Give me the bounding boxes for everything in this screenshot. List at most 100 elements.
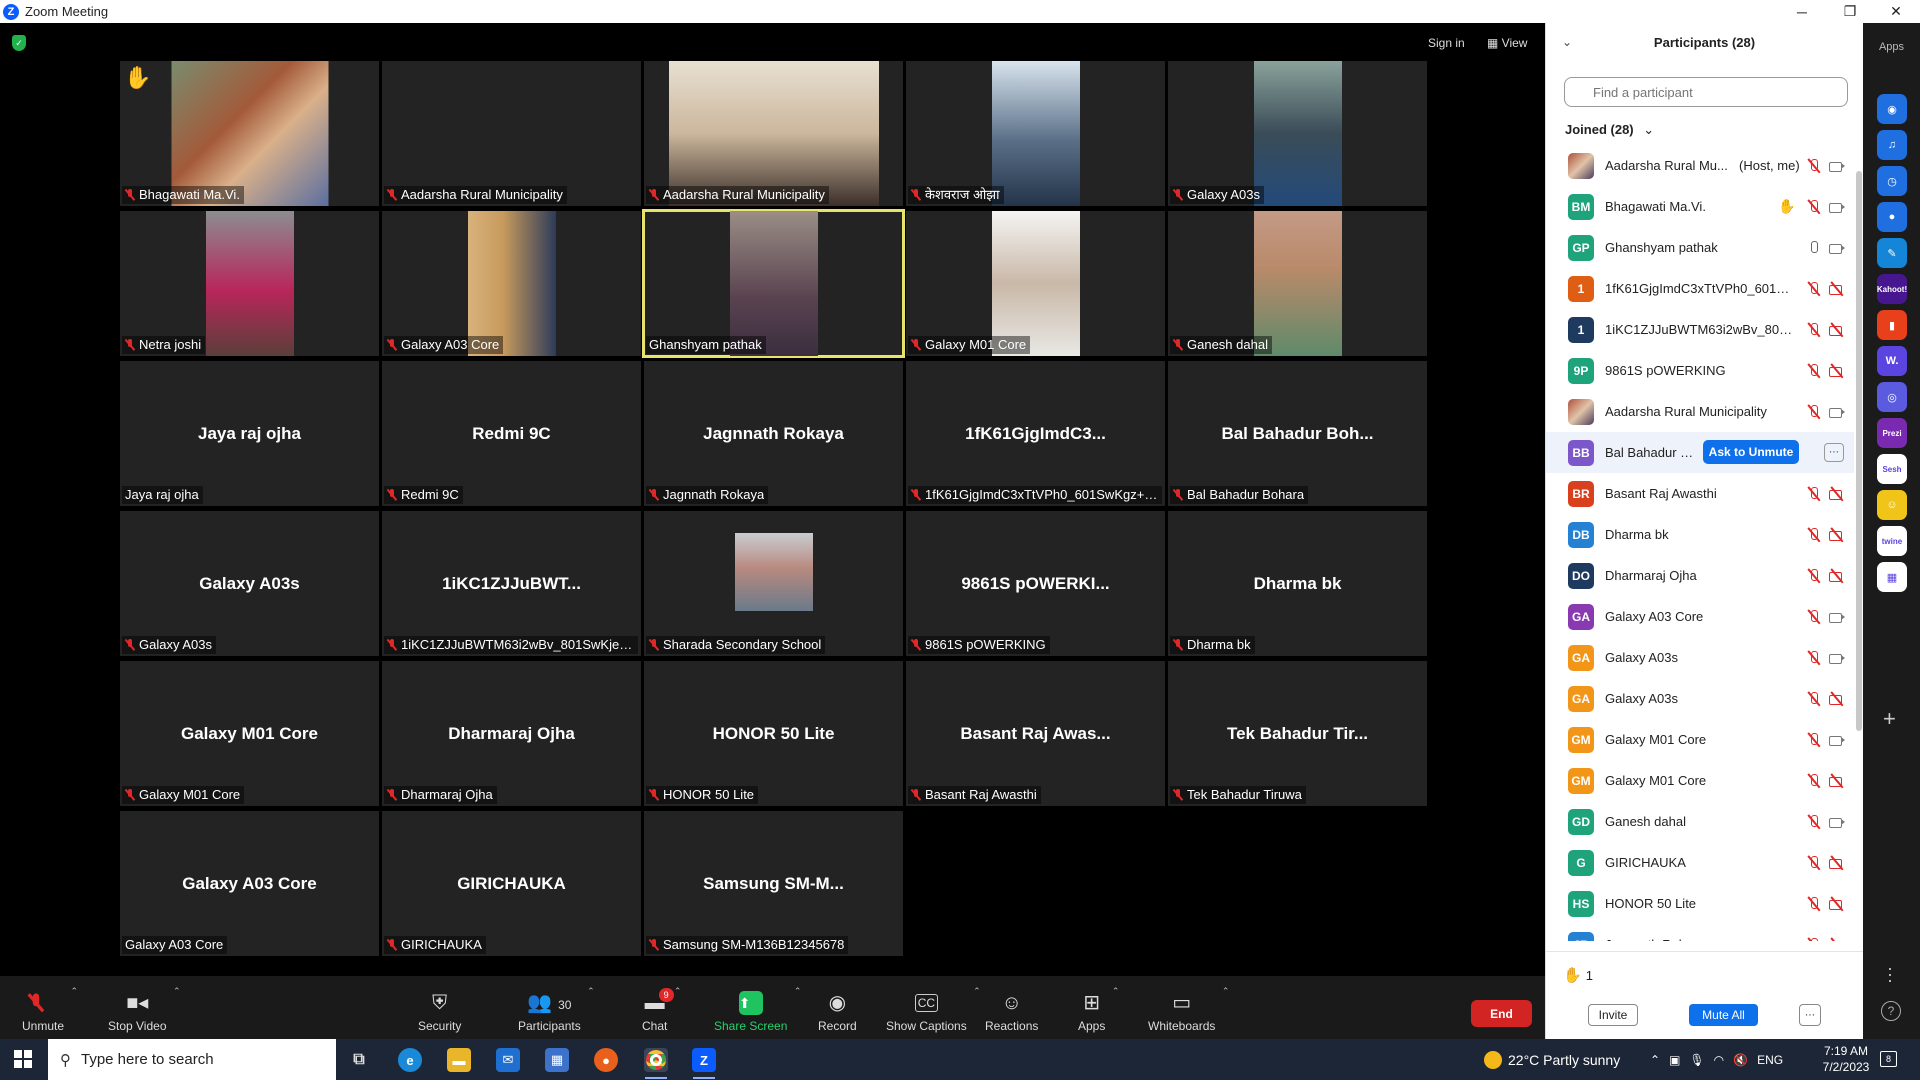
weather-widget[interactable]: 22°C Partly sunny bbox=[1484, 1039, 1620, 1080]
more-vertical-icon[interactable]: · · · bbox=[1887, 959, 1893, 989]
show-hidden-icons-caret-icon[interactable]: ⌃ bbox=[1650, 1053, 1660, 1067]
video-tile[interactable]: Aadarsha Rural Municipality bbox=[382, 61, 641, 206]
video-tile[interactable]: Netra joshi bbox=[120, 211, 379, 356]
sesh-app-icon[interactable]: Sesh bbox=[1877, 454, 1907, 484]
zoom-taskbar-icon[interactable]: Z bbox=[692, 1048, 716, 1072]
participant-row[interactable]: 9P 9861S pOWERKING bbox=[1546, 350, 1854, 391]
video-tile[interactable]: Basant Raj Awas... Basant Raj Awasthi bbox=[906, 661, 1165, 806]
participant-row[interactable]: GD Ganesh dahal bbox=[1546, 801, 1854, 842]
chrome-icon[interactable] bbox=[644, 1048, 668, 1072]
video-tile[interactable]: Galaxy A03 Core bbox=[382, 211, 641, 356]
video-tile[interactable]: Galaxy M01 Core bbox=[906, 211, 1165, 356]
video-tile[interactable]: 1fK61GjgImdC3... 1fK61GjgImdC3xTtVPh0_601… bbox=[906, 361, 1165, 506]
chat-button[interactable]: ▬ 9 Chat ⌃ bbox=[642, 976, 681, 1039]
input-language[interactable]: ENG bbox=[1757, 1053, 1783, 1067]
video-tile[interactable]: Galaxy A03s Galaxy A03s bbox=[120, 511, 379, 656]
mute-all-button[interactable]: Mute All bbox=[1689, 1004, 1758, 1026]
audio-options-caret-icon[interactable]: ⌃ bbox=[70, 986, 78, 997]
participant-row[interactable]: BR Basant Raj Awasthi bbox=[1546, 473, 1854, 514]
video-tile[interactable]: Aadarsha Rural Municipality bbox=[644, 61, 903, 206]
video-tile[interactable]: Galaxy M01 Core Galaxy M01 Core bbox=[120, 661, 379, 806]
panel-more-options-button[interactable]: ⋯ bbox=[1799, 1004, 1821, 1026]
apps-button[interactable]: ⊞ Apps ⌃ bbox=[1078, 976, 1119, 1039]
windows-start-icon[interactable] bbox=[14, 1050, 32, 1068]
video-tile[interactable]: Galaxy A03s bbox=[1168, 61, 1427, 206]
participant-row[interactable]: JR Jagnnath Rokaya bbox=[1546, 924, 1854, 941]
stop-video-button[interactable]: ■◂ Stop Video ⌃ bbox=[108, 976, 181, 1039]
scrollbar-thumb[interactable] bbox=[1856, 171, 1862, 731]
participant-row[interactable]: GA Galaxy A03s bbox=[1546, 637, 1854, 678]
microphone-tray-icon[interactable]: 🎙 bbox=[1689, 1053, 1704, 1067]
grid-app-icon[interactable]: ▦ bbox=[1877, 562, 1907, 592]
participant-row[interactable]: Aadarsha Rural Mu... (Host, me) bbox=[1546, 145, 1854, 186]
slides-app-icon[interactable]: ▮ bbox=[1877, 310, 1907, 340]
video-tile[interactable]: Sharada Secondary School bbox=[644, 511, 903, 656]
music-app-icon[interactable]: ♫ bbox=[1877, 130, 1907, 160]
participant-row[interactable]: BM Bhagawati Ma.Vi. ✋ bbox=[1546, 186, 1854, 227]
participant-row[interactable]: GA Galaxy A03s bbox=[1546, 678, 1854, 719]
video-tile[interactable]: Jaya raj ojha Jaya raj ojha bbox=[120, 361, 379, 506]
volume-muted-icon[interactable]: 🔇 bbox=[1733, 1053, 1748, 1067]
participant-row[interactable]: 1 1fK61GjgImdC3xTtVPh0_601Sw... bbox=[1546, 268, 1854, 309]
store-icon[interactable]: ▦ bbox=[545, 1048, 569, 1072]
record-button[interactable]: ◉ Record bbox=[818, 976, 857, 1039]
participant-row[interactable]: G GIRICHAUKA bbox=[1546, 842, 1854, 883]
taskbar-clock[interactable]: 7:19 AM 7/2/2023 bbox=[1818, 1043, 1874, 1075]
participant-row[interactable]: GA Galaxy A03 Core bbox=[1546, 596, 1854, 637]
video-tile[interactable]: Ganesh dahal bbox=[1168, 211, 1427, 356]
security-button[interactable]: ⛨ Security bbox=[418, 976, 461, 1039]
participants-caret-icon[interactable]: ⌃ bbox=[587, 986, 595, 997]
find-participant-input[interactable] bbox=[1564, 77, 1848, 107]
minimize-button[interactable]: ─ bbox=[1780, 0, 1824, 23]
kahoot-app-icon[interactable]: Kahoot! bbox=[1877, 274, 1907, 304]
video-tile[interactable]: GIRICHAUKA GIRICHAUKA bbox=[382, 811, 641, 956]
participant-row[interactable]: 1 1iKC1ZJJuBWTM63i2wBv_801Sw... bbox=[1546, 309, 1854, 350]
edge-browser-icon[interactable]: e bbox=[398, 1048, 422, 1072]
captions-caret-icon[interactable]: ⌃ bbox=[973, 986, 981, 997]
participant-more-button[interactable]: ⋯ bbox=[1824, 443, 1844, 462]
video-tile[interactable]: ✋ Bhagawati Ma.Vi. bbox=[120, 61, 379, 206]
firefox-icon[interactable]: ● bbox=[594, 1048, 618, 1072]
video-tile[interactable]: Dharmaraj Ojha Dharmaraj Ojha bbox=[382, 661, 641, 806]
video-tile[interactable]: केशवराज ओझा bbox=[906, 61, 1165, 206]
participant-row[interactable]: GM Galaxy M01 Core bbox=[1546, 760, 1854, 801]
whiteboards-caret-icon[interactable]: ⌃ bbox=[1222, 986, 1230, 997]
video-tile[interactable]: Bal Bahadur Boh... Bal Bahadur Bohara bbox=[1168, 361, 1427, 506]
participant-row[interactable]: GM Galaxy M01 Core bbox=[1546, 719, 1854, 760]
restore-button[interactable]: ❐ bbox=[1828, 0, 1872, 23]
video-tile[interactable]: 1iKC1ZJJuBWT... 1iKC1ZJJuBWTM63i2wBv_801S… bbox=[382, 511, 641, 656]
mail-icon[interactable]: ✉ bbox=[496, 1048, 520, 1072]
participants-button[interactable]: 👥 30 Participants ⌃ bbox=[518, 976, 595, 1039]
close-button[interactable]: ✕ bbox=[1874, 0, 1918, 23]
meet-now-icon[interactable]: ▣ bbox=[1669, 1053, 1680, 1067]
task-view-icon[interactable]: ⧉ bbox=[347, 1048, 371, 1072]
twine-app-icon[interactable]: twine bbox=[1877, 526, 1907, 556]
timer-app-icon[interactable]: ◷ bbox=[1877, 166, 1907, 196]
notification-center-icon[interactable]: 8 bbox=[1880, 1051, 1897, 1067]
video-tile[interactable]: HONOR 50 Lite HONOR 50 Lite bbox=[644, 661, 903, 806]
participant-row[interactable]: GP Ghanshyam pathak bbox=[1546, 227, 1854, 268]
video-options-caret-icon[interactable]: ⌃ bbox=[173, 986, 181, 997]
zoom-camera-app-icon[interactable]: ◉ bbox=[1877, 94, 1907, 124]
view-button[interactable]: ▦ View bbox=[1487, 36, 1527, 50]
w-app-icon[interactable]: W. bbox=[1877, 346, 1907, 376]
joined-section-header[interactable]: Joined (28) ⌄ bbox=[1565, 122, 1654, 138]
wifi-icon[interactable]: ◠ bbox=[1714, 1053, 1724, 1067]
video-tile[interactable]: Galaxy A03 Core Galaxy A03 Core bbox=[120, 811, 379, 956]
encryption-shield-icon[interactable]: ✓ bbox=[12, 35, 26, 51]
reactions-button[interactable]: ☺ Reactions bbox=[985, 976, 1038, 1039]
smile-app-icon[interactable]: ☺ bbox=[1877, 490, 1907, 520]
video-tile[interactable]: Dharma bk Dharma bk bbox=[1168, 511, 1427, 656]
apps-caret-icon[interactable]: ⌃ bbox=[1112, 986, 1120, 997]
help-icon[interactable]: ? bbox=[1881, 1001, 1901, 1021]
video-tile[interactable]: Tek Bahadur Tir... Tek Bahadur Tiruwa bbox=[1168, 661, 1427, 806]
file-explorer-icon[interactable]: ▬ bbox=[447, 1048, 471, 1072]
whiteboards-button[interactable]: ▭ Whiteboards ⌃ bbox=[1148, 976, 1229, 1039]
ask-to-unmute-button[interactable]: Ask to Unmute bbox=[1703, 440, 1799, 464]
share-caret-icon[interactable]: ⌃ bbox=[794, 986, 802, 997]
avatar-app-icon[interactable]: ● bbox=[1877, 202, 1907, 232]
invite-button[interactable]: Invite bbox=[1588, 1004, 1638, 1026]
video-tile[interactable]: Ghanshyam pathak bbox=[642, 209, 905, 358]
participant-list-scrollbar[interactable] bbox=[1856, 141, 1862, 781]
video-tile[interactable]: 9861S pOWERKI... 9861S pOWERKING bbox=[906, 511, 1165, 656]
